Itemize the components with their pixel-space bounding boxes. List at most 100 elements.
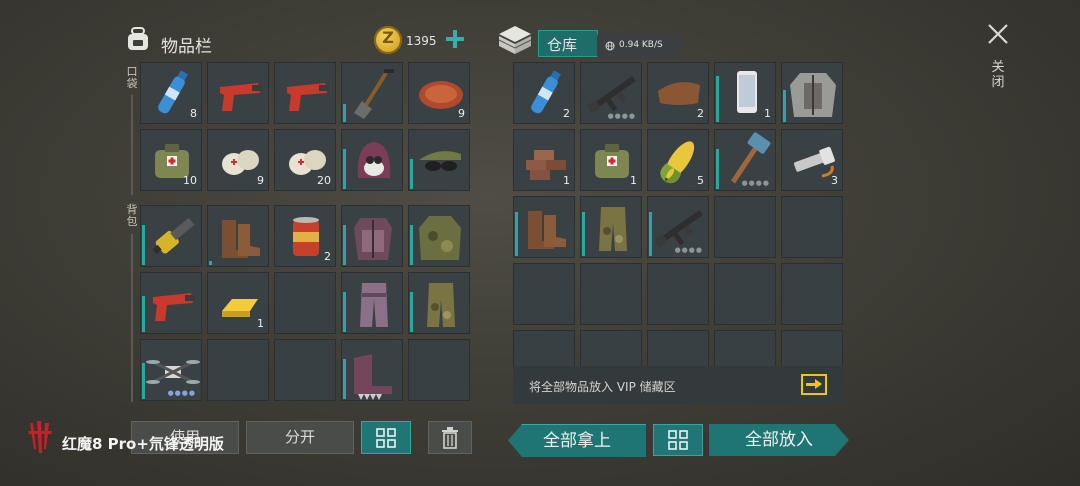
- move-to-vip-icon[interactable]: [801, 374, 827, 395]
- close-button[interactable]: 关闭: [984, 20, 1012, 100]
- item-count: 8: [190, 107, 197, 120]
- durability-bar: [343, 104, 346, 122]
- inventory-slot[interactable]: 1: [207, 272, 269, 334]
- grid-icon: [668, 430, 688, 450]
- inventory-slot[interactable]: [140, 272, 202, 334]
- durability-bar: [716, 76, 719, 122]
- empty-slot[interactable]: [714, 196, 776, 258]
- take-all-button[interactable]: 全部拿上: [508, 424, 646, 457]
- inventory-slot[interactable]: 9: [207, 129, 269, 191]
- armor-vest-icon: [354, 218, 392, 260]
- add-coins-button[interactable]: [444, 28, 466, 50]
- inventory-slot[interactable]: [781, 62, 843, 124]
- inventory-slot[interactable]: [140, 205, 202, 267]
- inventory-slot[interactable]: [408, 272, 470, 334]
- inventory-slot[interactable]: [341, 272, 403, 334]
- inventory-slot[interactable]: ●●●●: [647, 196, 709, 258]
- inventory-slot[interactable]: 8: [140, 62, 202, 124]
- inventory-slot[interactable]: 10: [140, 129, 202, 191]
- split-button[interactable]: 分开: [246, 421, 354, 454]
- network-speed-badge: 0.94 KB/S: [597, 33, 681, 59]
- inventory-slot[interactable]: 1: [513, 129, 575, 191]
- put-all-button[interactable]: 全部放入: [709, 424, 849, 456]
- inventory-slot[interactable]: 1: [580, 129, 642, 191]
- grid-icon: [376, 428, 396, 448]
- inventory-header: 物品栏 Z 1395: [126, 26, 471, 60]
- item-count: 2: [697, 107, 704, 120]
- empty-slot[interactable]: [781, 196, 843, 258]
- durability-bar: [142, 225, 145, 265]
- armored-pants-icon: [360, 283, 388, 327]
- item-count: 1: [257, 317, 264, 330]
- item-count: 9: [458, 107, 465, 120]
- pocket-divider: [131, 95, 133, 195]
- inventory-slot[interactable]: [207, 62, 269, 124]
- storage-sort-button[interactable]: [653, 424, 703, 456]
- inventory-slot[interactable]: 2: [274, 205, 336, 267]
- storage-title: 仓库: [547, 36, 578, 54]
- inventory-slot[interactable]: ●●●●: [580, 62, 642, 124]
- empty-slot[interactable]: [274, 339, 336, 401]
- empty-slot[interactable]: [647, 263, 709, 325]
- inventory-slot[interactable]: 2: [513, 62, 575, 124]
- storage-tab[interactable]: 仓库: [538, 30, 598, 57]
- backpack-grid: 2 1 ●●●●: [140, 205, 474, 403]
- item-count: 10: [183, 174, 197, 187]
- backpack-divider: [131, 234, 133, 402]
- storage-crate-icon: [498, 26, 532, 54]
- vip-storage-bar[interactable]: 将全部物品放入 VIP 储藏区: [513, 366, 844, 404]
- empty-slot[interactable]: [580, 263, 642, 325]
- attachment-dots: ●●●●: [741, 179, 770, 187]
- attachment-dots: ●●●●: [674, 246, 703, 254]
- durability-bar: [343, 225, 346, 265]
- empty-slot[interactable]: [274, 272, 336, 334]
- inventory-slot[interactable]: [274, 62, 336, 124]
- durability-bar: [343, 292, 346, 332]
- inventory-slot[interactable]: [580, 196, 642, 258]
- gas-mask-hood-icon: [357, 142, 391, 178]
- inventory-slot[interactable]: [341, 62, 403, 124]
- inventory-slot[interactable]: [408, 129, 470, 191]
- inventory-slot[interactable]: [513, 196, 575, 258]
- globe-icon: [605, 41, 615, 51]
- item-count: 1: [764, 107, 771, 120]
- empty-slot[interactable]: [714, 263, 776, 325]
- inventory-slot[interactable]: 9: [408, 62, 470, 124]
- device-watermark: 红魔8 Pro+氘锋透明版: [62, 435, 224, 453]
- inventory-slot[interactable]: [341, 205, 403, 267]
- inventory-slot[interactable]: 20: [274, 129, 336, 191]
- empty-slot[interactable]: [781, 263, 843, 325]
- coin-count: 1395: [406, 34, 437, 48]
- item-count: 1: [630, 174, 637, 187]
- attachment-dots: ●●●●: [167, 389, 196, 397]
- split-button-label: 分开: [284, 428, 315, 446]
- inventory-slot[interactable]: [408, 205, 470, 267]
- inventory-slot[interactable]: 5: [647, 129, 709, 191]
- camo-pants-icon: [599, 207, 627, 251]
- durability-bar: [410, 159, 413, 189]
- inventory-slot[interactable]: ●●●●: [140, 339, 202, 401]
- inventory-title: 物品栏: [161, 37, 212, 57]
- sort-grid-button[interactable]: [361, 421, 411, 454]
- empty-slot[interactable]: [408, 339, 470, 401]
- camo-pants-icon: [427, 283, 455, 327]
- inventory-slot[interactable]: [341, 339, 403, 401]
- shovel-icon: [354, 69, 394, 119]
- durability-bar: [410, 292, 413, 332]
- item-count: 3: [831, 174, 838, 187]
- inventory-slot[interactable]: 2: [647, 62, 709, 124]
- item-count: 2: [324, 250, 331, 263]
- empty-slot[interactable]: [513, 263, 575, 325]
- empty-slot[interactable]: [207, 339, 269, 401]
- flare-gun-icon: [153, 293, 195, 321]
- close-icon: [988, 24, 1008, 44]
- inventory-slot[interactable]: [207, 205, 269, 267]
- inventory-slot[interactable]: ●●●●: [714, 129, 776, 191]
- trash-button[interactable]: [428, 421, 472, 454]
- inventory-slot[interactable]: 3: [781, 129, 843, 191]
- inventory-slot[interactable]: 1: [714, 62, 776, 124]
- durability-bar: [410, 225, 413, 265]
- durability-bar: [209, 261, 212, 265]
- inventory-slot[interactable]: [341, 129, 403, 191]
- put-all-label: 全部放入: [745, 430, 813, 450]
